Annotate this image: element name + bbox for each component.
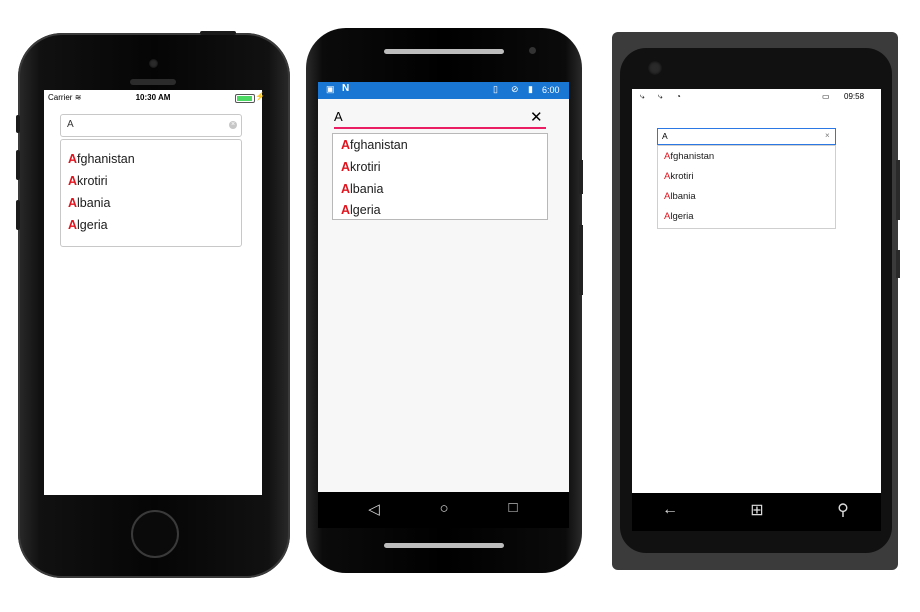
suggestion-list: Afghanistan Akrotiri Albania Algeria bbox=[60, 139, 242, 247]
match-highlight: A bbox=[68, 196, 78, 210]
suggestion-item[interactable]: Albania bbox=[68, 196, 110, 210]
android-status-bar: ▣ N ▯ ⊘ ▮ 6:00 bbox=[318, 82, 569, 99]
image-notification-icon: ▣ bbox=[326, 84, 335, 94]
suggestion-list: Afghanistan Akrotiri Albania Algeria bbox=[657, 145, 836, 229]
suggestion-item[interactable]: Akrotiri bbox=[68, 174, 108, 188]
search-input-value: A bbox=[334, 109, 343, 124]
back-icon[interactable]: ← bbox=[655, 501, 685, 519]
volume-down-button bbox=[16, 200, 20, 230]
mute-switch bbox=[16, 115, 20, 133]
call-forward-icon: ⤷ bbox=[640, 92, 645, 101]
search-input-value: A bbox=[67, 119, 74, 130]
front-camera bbox=[529, 47, 536, 54]
windows-screen: ⤷ ⤷ ◔ ▭ 09:58 A × Afghanistan Akrotiri A… bbox=[632, 89, 881, 493]
match-highlight: A bbox=[68, 174, 78, 188]
wifi-icon: ◔ bbox=[676, 92, 681, 101]
recents-icon[interactable]: □ bbox=[498, 499, 528, 516]
battery-icon: ▭ bbox=[822, 92, 830, 101]
top-speaker bbox=[384, 49, 504, 54]
charging-icon: ⚡ bbox=[255, 92, 265, 101]
clear-icon[interactable]: × bbox=[825, 131, 830, 140]
no-signal-icon: ⊘ bbox=[511, 84, 519, 94]
android-clock: 6:00 bbox=[542, 85, 560, 95]
ios-status-bar: Carrier ≋ 10:30 AM ⚡ bbox=[44, 90, 265, 106]
suggestion-rest: lbania bbox=[670, 191, 696, 202]
app-notification-icon: N bbox=[342, 83, 350, 94]
suggestion-item[interactable]: Afghanistan bbox=[341, 138, 408, 152]
earpiece-speaker bbox=[130, 79, 176, 85]
suggestion-rest: krotiri bbox=[670, 171, 694, 182]
suggestion-item[interactable]: Afghanistan bbox=[68, 152, 135, 166]
home-icon[interactable]: ○ bbox=[429, 500, 459, 517]
suggestion-rest: fghanistan bbox=[77, 152, 135, 166]
match-highlight: A bbox=[341, 203, 351, 217]
volume-up-button bbox=[16, 150, 20, 180]
match-highlight: A bbox=[68, 218, 78, 232]
search-icon[interactable]: ⚲ bbox=[828, 500, 858, 520]
clear-icon[interactable]: × bbox=[229, 121, 237, 129]
suggestion-item[interactable]: Albania bbox=[664, 191, 696, 202]
ios-clock: 10:30 AM bbox=[135, 93, 171, 102]
search-input-value: A bbox=[662, 131, 668, 141]
suggestion-rest: lbania bbox=[77, 196, 111, 210]
vibrate-icon: ▯ bbox=[493, 84, 498, 94]
back-icon[interactable]: ◁ bbox=[359, 500, 389, 518]
windows-start-icon[interactable]: ⊞ bbox=[742, 500, 772, 520]
bottom-speaker bbox=[384, 543, 504, 548]
suggestion-rest: lgeria bbox=[670, 211, 694, 222]
windows-clock: 09:58 bbox=[844, 92, 865, 101]
suggestion-item[interactable]: Algeria bbox=[664, 211, 694, 222]
suggestion-item[interactable]: Albania bbox=[341, 182, 383, 196]
windows-status-bar: ⤷ ⤷ ◔ ▭ 09:58 bbox=[632, 89, 881, 105]
battery-icon bbox=[235, 94, 255, 103]
match-highlight: A bbox=[68, 152, 78, 166]
suggestion-rest: fghanistan bbox=[350, 138, 408, 152]
battery-icon: ▮ bbox=[528, 84, 533, 94]
suggestion-rest: krotiri bbox=[350, 160, 381, 174]
suggestion-item[interactable]: Algeria bbox=[341, 203, 381, 217]
android-screen: ▣ N ▯ ⊘ ▮ 6:00 A ✕ Afghanistan Akrotiri … bbox=[318, 82, 569, 492]
suggestion-item[interactable]: Afghanistan bbox=[664, 151, 714, 162]
suggestion-rest: lgeria bbox=[77, 218, 108, 232]
home-button[interactable] bbox=[131, 510, 179, 558]
suggestion-item[interactable]: Algeria bbox=[68, 218, 108, 232]
suggestion-rest: fghanistan bbox=[670, 151, 715, 162]
search-input[interactable]: A × bbox=[60, 114, 242, 137]
search-input[interactable]: A ✕ bbox=[334, 109, 546, 129]
clear-icon[interactable]: ✕ bbox=[530, 108, 543, 126]
power-button bbox=[896, 250, 900, 278]
android-nav-bar: ◁ ○ □ bbox=[318, 492, 569, 528]
suggestion-item[interactable]: Akrotiri bbox=[341, 160, 381, 174]
suggestion-rest: lbania bbox=[350, 182, 384, 196]
suggestion-rest: krotiri bbox=[77, 174, 108, 188]
power-button bbox=[200, 31, 236, 35]
front-camera bbox=[149, 59, 158, 68]
match-highlight: A bbox=[341, 160, 351, 174]
ios-screen: Carrier ≋ 10:30 AM ⚡ A × Afghanistan Akr… bbox=[44, 90, 265, 495]
front-camera bbox=[648, 61, 662, 75]
match-highlight: A bbox=[341, 182, 351, 196]
volume-rocker bbox=[896, 160, 900, 220]
volume-rocker bbox=[579, 225, 583, 295]
search-input[interactable]: A × bbox=[657, 128, 836, 145]
match-highlight: A bbox=[341, 138, 351, 152]
windows-nav-bar: ← ⊞ ⚲ bbox=[632, 493, 881, 531]
suggestion-rest: lgeria bbox=[350, 203, 381, 217]
call-forward-icon: ⤷ bbox=[658, 92, 663, 101]
suggestion-list: Afghanistan Akrotiri Albania Algeria bbox=[332, 133, 548, 220]
suggestion-item[interactable]: Akrotiri bbox=[664, 171, 694, 182]
power-button bbox=[579, 160, 583, 194]
